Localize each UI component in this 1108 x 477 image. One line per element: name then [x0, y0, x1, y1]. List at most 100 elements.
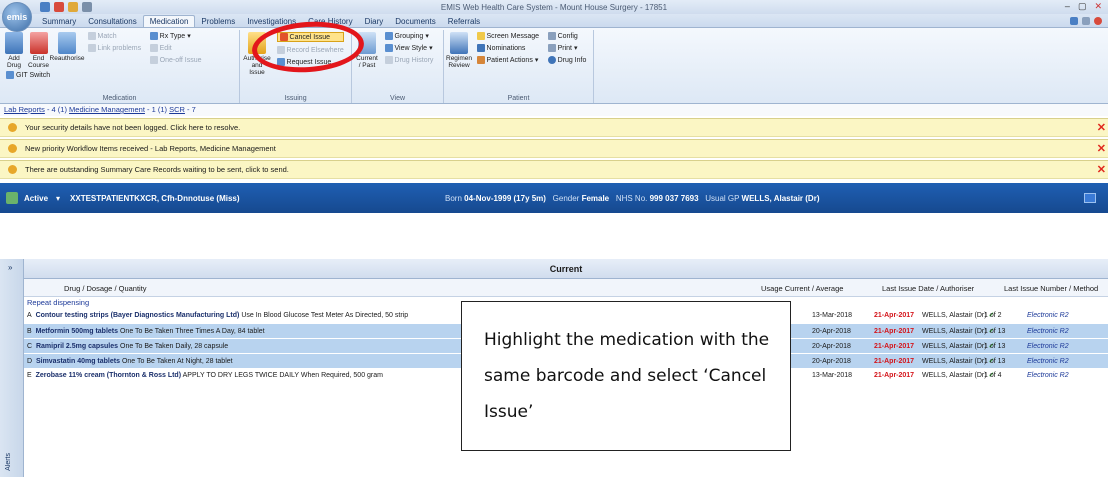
usage-cell: 20-Apr-2018: [812, 328, 851, 335]
patient-nhs-number: 999 037 7693: [649, 193, 699, 203]
drug-name: Zerobase 11% cream (Thornton & Ross Ltd): [35, 372, 182, 379]
drug-history-icon: [384, 56, 393, 64]
help-icon[interactable]: [1082, 16, 1090, 25]
drug-name: Metformin 500mg tablets: [35, 328, 119, 335]
patient-actions-icon: [476, 56, 485, 64]
expand-icon[interactable]: »: [8, 263, 12, 272]
tab-diary[interactable]: Diary: [359, 16, 390, 27]
match-button[interactable]: Match: [87, 32, 142, 40]
grouping-icon: [384, 32, 393, 40]
section-title: Current: [24, 259, 1108, 279]
git-switch-button[interactable]: GIT Switch: [6, 71, 50, 79]
view-style-button[interactable]: View Style ▾: [384, 44, 434, 52]
medication-small-buttons-2: Rx Type ▾ Edit One-off Issue: [149, 32, 202, 64]
notice-scr[interactable]: There are outstanding Summary Care Recor…: [0, 160, 1108, 179]
window-icon[interactable]: [1070, 16, 1078, 25]
patient-details: Born 04-Nov-1999 (17y 5m) Gender Female …: [445, 193, 820, 203]
tab-medication[interactable]: Medication: [142, 15, 196, 27]
medication-small-buttons-3: GIT Switch: [6, 71, 50, 79]
alert-icon[interactable]: [1094, 16, 1102, 25]
screen-message-icon: [476, 32, 485, 40]
alerts-side-pane[interactable]: » Alerts: [0, 259, 24, 477]
minimize-button[interactable]: –: [1065, 1, 1070, 12]
ribbon-group-label: Medication: [102, 95, 137, 102]
drug-info-button[interactable]: Drug Info: [547, 56, 586, 64]
ribbon-group-label: Issuing: [284, 95, 307, 102]
view-style-icon: [384, 44, 393, 52]
medicine-management-link[interactable]: Medicine Management: [69, 105, 145, 114]
lab-reports-link[interactable]: Lab Reports: [4, 105, 45, 114]
add-drug-button[interactable]: Add Drug: [3, 32, 25, 69]
close-icon[interactable]: ✕: [1097, 142, 1106, 155]
ribbon: Add Drug End Course Reauthorise Match Li…: [0, 28, 1108, 104]
grouping-button[interactable]: Grouping ▾: [384, 32, 434, 40]
rx-type-icon: [149, 32, 158, 40]
maximize-button[interactable]: ▢: [1078, 1, 1087, 12]
close-button[interactable]: ✕: [1094, 1, 1102, 12]
medicine-management-count: 1 (1): [151, 105, 168, 114]
notice-workflow[interactable]: New priority Workflow Items received - L…: [0, 139, 1108, 158]
link-icon: [87, 44, 96, 52]
ribbon-group-label: Patient: [507, 95, 530, 102]
chevron-down-icon[interactable]: ▾: [56, 194, 60, 203]
tab-documents[interactable]: Documents: [389, 16, 441, 27]
issue-number: 1 of 13: [984, 343, 1006, 350]
col-last-issue[interactable]: Last Issue Date / Authoriser: [882, 284, 974, 293]
ribbon-group-patient: Regimen Review Screen Message Nomination…: [444, 30, 594, 103]
issue-number: 1 of 4: [984, 372, 1002, 379]
reauthorise-button[interactable]: Reauthorise: [50, 32, 85, 62]
regimen-review-button[interactable]: Regimen Review: [446, 32, 472, 69]
emis-logo[interactable]: emis: [2, 2, 32, 32]
warning-icon: [8, 144, 17, 153]
col-drug[interactable]: Drug / Dosage / Quantity: [64, 284, 147, 293]
tab-referrals[interactable]: Referrals: [442, 16, 486, 27]
drug-info-icon: [547, 56, 556, 64]
tab-problems[interactable]: Problems: [195, 16, 241, 27]
reauthorise-icon: [58, 32, 77, 54]
print-icon: [547, 44, 556, 52]
patient-usual-gp: WELLS, Alastair (Dr): [741, 193, 820, 203]
screen-message-button[interactable]: Screen Message: [476, 32, 539, 40]
medication-small-buttons: Match Link problems: [87, 32, 142, 52]
close-icon[interactable]: ✕: [1097, 121, 1106, 134]
notice-security[interactable]: Your security details have not been logg…: [0, 118, 1108, 137]
drug-history-button[interactable]: Drug History: [384, 56, 433, 64]
regimen-review-icon: [450, 32, 468, 54]
edit-button[interactable]: Edit: [149, 44, 202, 52]
drug-dose: APPLY TO DRY LEGS TWICE DAILY When Requi…: [182, 372, 383, 379]
patient-small-buttons-2: Config Print ▾ Drug Info: [547, 32, 587, 64]
instruction-callout: Highlight the medication with the same b…: [461, 301, 791, 451]
end-course-button[interactable]: End Course: [28, 32, 50, 69]
drug-dose: One To Be Taken Daily, 28 capsule: [120, 343, 229, 350]
col-usage[interactable]: Usage Current / Average: [761, 284, 843, 293]
last-issue-date: 21-Apr-2017: [874, 343, 915, 350]
col-last-number[interactable]: Last Issue Number / Method: [1004, 284, 1098, 293]
usage-cell: 20-Apr-2018: [812, 343, 851, 350]
usage-cell: 13-Mar-2018: [812, 372, 853, 379]
nominations-button[interactable]: Nominations: [476, 44, 540, 52]
drug-name: Simvastatin 40mg tablets: [35, 358, 120, 365]
column-headers: Drug / Dosage / Quantity Usage Current /…: [24, 279, 1108, 297]
patient-small-buttons: Screen Message Nominations Patient Actio…: [476, 32, 540, 64]
issue-method: Electronic R2: [1027, 328, 1069, 335]
scr-link[interactable]: SCR: [169, 105, 185, 114]
close-icon[interactable]: ✕: [1097, 163, 1106, 176]
usage-cell: 20-Apr-2018: [812, 358, 851, 365]
links-bar: Lab Reports - 4 (1) Medicine Management …: [0, 104, 1108, 116]
care-record-icon[interactable]: [1084, 193, 1096, 203]
drug-name: Contour testing strips (Bayer Diagnostic…: [35, 312, 240, 319]
tab-summary[interactable]: Summary: [36, 16, 82, 27]
patient-actions-button[interactable]: Patient Actions ▾: [476, 56, 540, 64]
rx-type-button[interactable]: Rx Type ▾: [149, 32, 202, 40]
warning-icon: [8, 123, 17, 132]
ribbon-group-label: View: [389, 95, 406, 102]
print-button[interactable]: Print ▾: [547, 44, 587, 52]
one-off-issue-button[interactable]: One-off Issue: [149, 56, 202, 64]
config-button[interactable]: Config: [547, 32, 587, 40]
ribbon-group-medication: Add Drug End Course Reauthorise Match Li…: [0, 30, 240, 103]
link-problems-button[interactable]: Link problems: [87, 44, 141, 52]
window-title: EMIS Web Health Care System - Mount Hous…: [440, 2, 668, 12]
drug-name: Ramipril 2.5mg capsules: [35, 343, 119, 350]
tab-consultations[interactable]: Consultations: [82, 16, 142, 27]
patient-status: Active: [24, 193, 49, 203]
